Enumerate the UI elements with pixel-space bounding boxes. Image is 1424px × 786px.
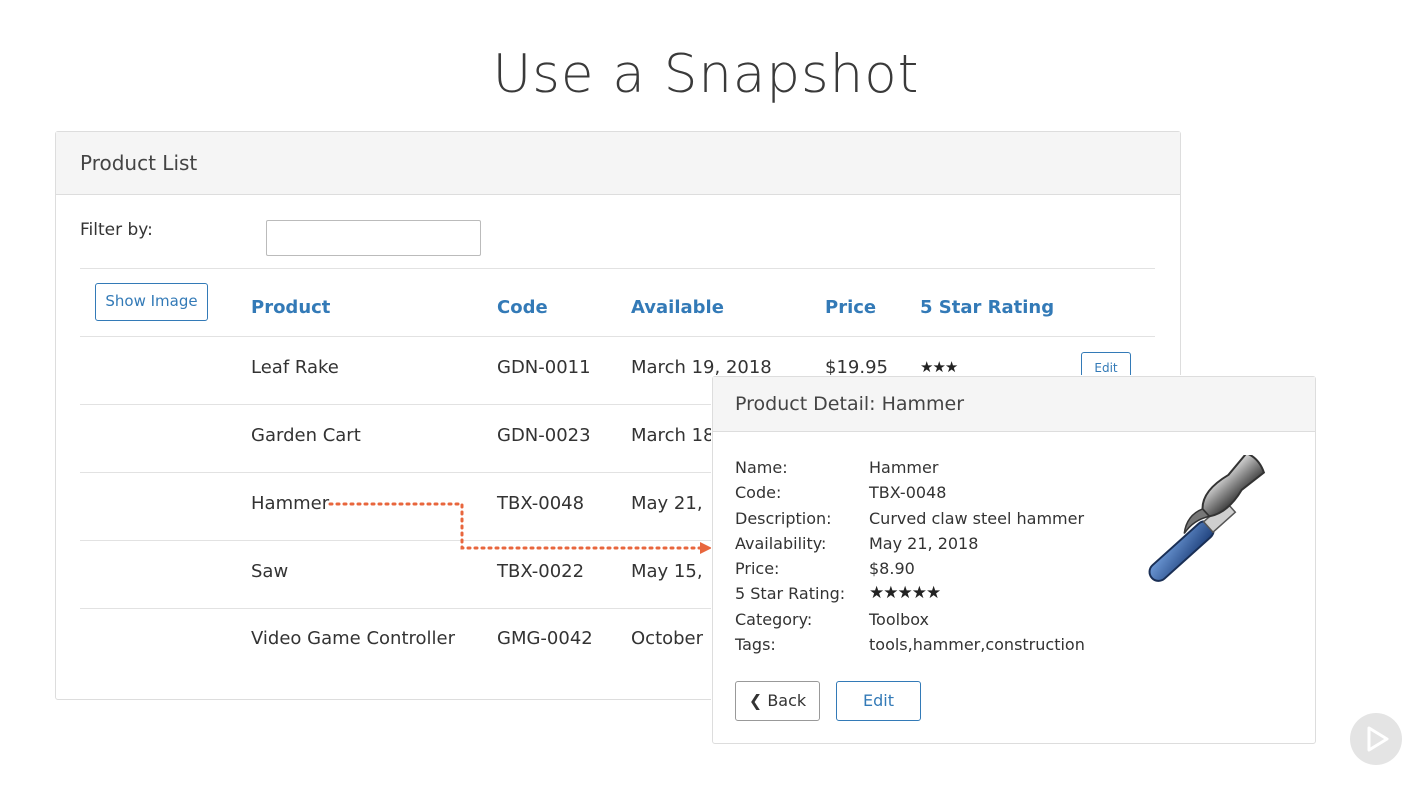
field-label: Availability: (735, 534, 827, 553)
field-label: Tags: (735, 635, 776, 654)
chevron-left-icon: ❮ (748, 691, 768, 710)
field-value: May 21, 2018 (869, 534, 979, 553)
field-value: tools,hammer,construction (869, 635, 1085, 654)
edit-button[interactable]: Edit (836, 681, 921, 721)
field-label: Category: (735, 610, 813, 629)
field-value: $8.90 (869, 559, 915, 578)
field-label: Name: (735, 458, 788, 477)
star-rating: ★★★★★ (869, 583, 941, 603)
product-detail-panel: Product Detail: Hammer Name: Hammer Code… (712, 376, 1316, 744)
hammer-icon (1148, 455, 1266, 582)
field-label: 5 Star Rating: (735, 584, 846, 603)
field-value: Hammer (869, 458, 939, 477)
field-label: Price: (735, 559, 780, 578)
product-detail-heading: Product Detail: Hammer (713, 377, 1315, 432)
field-value: Toolbox (869, 610, 929, 629)
field-label: Code: (735, 483, 782, 502)
play-logo-icon (1350, 713, 1402, 765)
field-value: Curved claw steel hammer (869, 509, 1085, 528)
field-value: TBX-0048 (869, 483, 947, 502)
field-label: Description: (735, 509, 832, 528)
back-label: Back (767, 691, 807, 710)
back-button[interactable]: ❮ Back (735, 681, 820, 721)
